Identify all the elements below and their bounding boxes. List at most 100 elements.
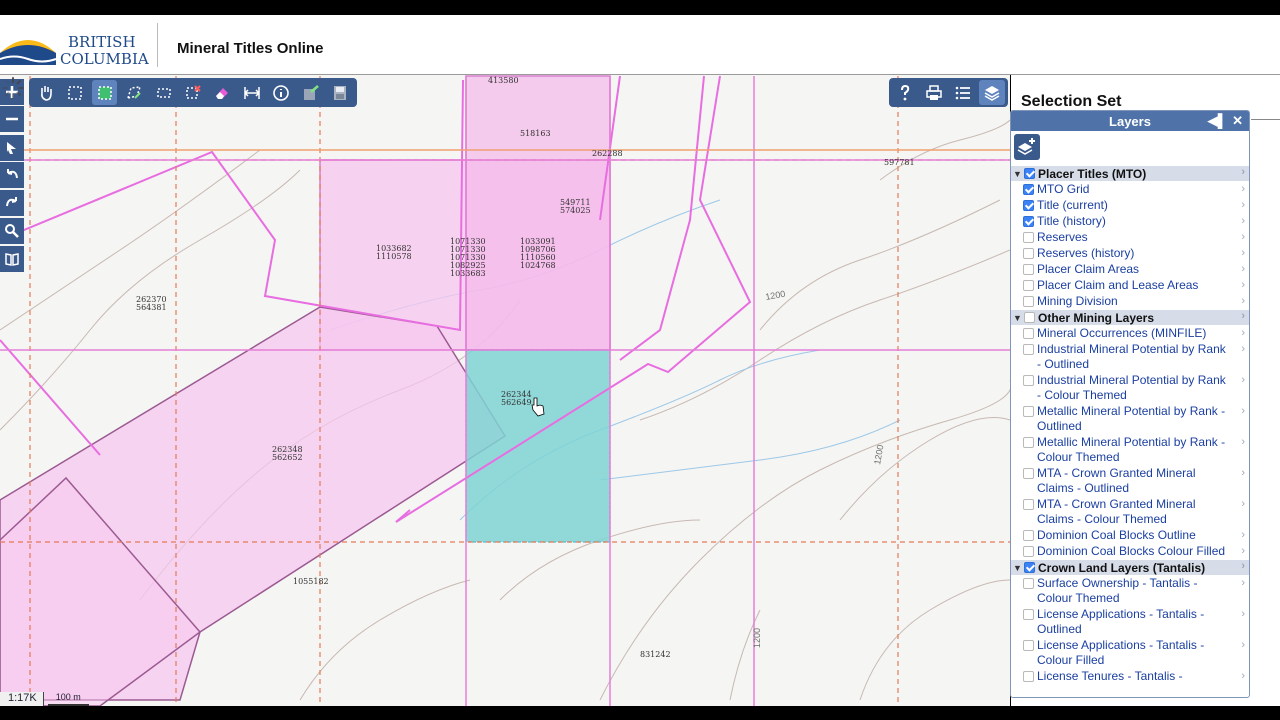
layer-item[interactable]: Placer Claim and Lease Areas › <box>1011 278 1249 293</box>
layer-item[interactable]: Placer Claim Areas › <box>1011 262 1249 277</box>
layers-button[interactable] <box>979 80 1005 105</box>
layer-checkbox[interactable] <box>1023 248 1034 259</box>
layer-item[interactable]: Industrial Mineral Potential by Rank - C… <box>1011 373 1249 403</box>
layer-checkbox[interactable] <box>1023 437 1034 448</box>
layer-checkbox[interactable] <box>1023 328 1034 339</box>
layer-item[interactable]: License Applications - Tantalis - Outlin… <box>1011 607 1249 637</box>
layer-checkbox[interactable] <box>1023 578 1034 589</box>
legend-button[interactable] <box>950 80 976 105</box>
select-polygon-button[interactable] <box>121 80 146 105</box>
layer-checkbox[interactable] <box>1023 640 1034 651</box>
layer-checkbox[interactable] <box>1023 530 1034 541</box>
select-active-button[interactable] <box>91 80 118 105</box>
chevron-right-icon[interactable]: › <box>1241 638 1245 653</box>
layer-item[interactable]: Dominion Coal Blocks Colour Filled › <box>1011 544 1249 559</box>
add-layer-button[interactable] <box>1014 134 1040 160</box>
layer-item[interactable]: Reserves › <box>1011 230 1249 245</box>
select-tool-button[interactable] <box>0 135 24 161</box>
chevron-right-icon[interactable]: › <box>1241 528 1245 543</box>
layer-checkbox[interactable] <box>1023 296 1034 307</box>
layer-item[interactable]: Metallic Mineral Potential by Rank - Out… <box>1011 404 1249 434</box>
zoom-out-button[interactable] <box>0 106 24 132</box>
chevron-right-icon[interactable]: › <box>1241 246 1245 261</box>
chevron-right-icon[interactable]: › <box>1241 560 1245 572</box>
clear-selection-button[interactable] <box>180 80 205 105</box>
layer-group-checkbox[interactable] <box>1024 562 1035 573</box>
chevron-right-icon[interactable]: › <box>1241 404 1245 419</box>
chevron-right-icon[interactable]: › <box>1241 576 1245 591</box>
chevron-right-icon[interactable]: › <box>1241 466 1245 481</box>
chevron-right-icon[interactable]: › <box>1241 294 1245 309</box>
layer-checkbox[interactable] <box>1023 184 1034 195</box>
layer-checkbox[interactable] <box>1023 200 1034 211</box>
layer-item[interactable]: Reserves (history) › <box>1011 246 1249 261</box>
layer-group-checkbox[interactable] <box>1024 312 1035 323</box>
edit-layer-button[interactable] <box>298 80 323 105</box>
layer-item[interactable]: Mineral Occurrences (MINFILE) › <box>1011 326 1249 341</box>
layer-item[interactable]: Surface Ownership - Tantalis - Colour Th… <box>1011 576 1249 606</box>
layer-checkbox[interactable] <box>1023 609 1034 620</box>
layer-checkbox[interactable] <box>1023 468 1034 479</box>
layer-item[interactable]: Metallic Mineral Potential by Rank - Col… <box>1011 435 1249 465</box>
search-button[interactable] <box>0 218 24 244</box>
layer-checkbox[interactable] <box>1023 264 1034 275</box>
layer-item[interactable]: Mining Division › <box>1011 294 1249 309</box>
layer-item[interactable]: Dominion Coal Blocks Outline › <box>1011 528 1249 543</box>
layer-checkbox[interactable] <box>1023 375 1034 386</box>
select-box-button[interactable] <box>62 80 87 105</box>
chevron-right-icon[interactable]: › <box>1241 230 1245 245</box>
expand-triangle-icon[interactable]: ▼ <box>1013 563 1023 573</box>
chevron-right-icon[interactable]: › <box>1241 342 1245 357</box>
pan-tool-button[interactable] <box>33 80 58 105</box>
expand-triangle-icon[interactable]: ▼ <box>1013 169 1023 179</box>
chevron-right-icon[interactable]: › <box>1241 182 1245 197</box>
layer-checkbox[interactable] <box>1023 546 1034 557</box>
identify-button[interactable] <box>269 80 294 105</box>
layers-panel[interactable]: Layers ◀▌ ✕ ▼ Placer Titles (MTO) › MTO Gri… <box>1010 110 1250 698</box>
chevron-right-icon[interactable]: › <box>1241 497 1245 512</box>
layer-checkbox[interactable] <box>1023 671 1034 682</box>
map-svg[interactable]: 413580 518163 262288 597781 549711 574025… <box>0 75 1010 706</box>
chevron-right-icon[interactable]: › <box>1241 214 1245 229</box>
close-panel-icon[interactable]: ✕ <box>1232 113 1243 129</box>
chevron-right-icon[interactable]: › <box>1241 669 1245 684</box>
layer-group[interactable]: ▼ Placer Titles (MTO) › <box>1011 166 1249 181</box>
chevron-right-icon[interactable]: › <box>1241 262 1245 277</box>
chevron-right-icon[interactable]: › <box>1241 278 1245 293</box>
chevron-right-icon[interactable]: › <box>1241 166 1245 178</box>
undo-button[interactable] <box>0 162 24 188</box>
layer-item[interactable]: MTO Grid › <box>1011 182 1249 197</box>
map-book-button[interactable] <box>0 246 24 272</box>
expand-triangle-icon[interactable]: ▼ <box>1013 313 1023 323</box>
layer-group[interactable]: ▼ Crown Land Layers (Tantalis) › <box>1011 560 1249 575</box>
chevron-right-icon[interactable]: › <box>1241 435 1245 450</box>
eraser-button[interactable] <box>210 80 235 105</box>
chevron-right-icon[interactable]: › <box>1241 544 1245 559</box>
layer-checkbox[interactable] <box>1023 216 1034 227</box>
chevron-right-icon[interactable]: › <box>1241 607 1245 622</box>
layer-checkbox[interactable] <box>1023 232 1034 243</box>
layer-item[interactable]: License Tenures - Tantalis - › <box>1011 669 1249 684</box>
layer-item[interactable]: License Applications - Tantalis - Colour… <box>1011 638 1249 668</box>
select-line-button[interactable] <box>151 80 176 105</box>
help-button[interactable] <box>892 80 918 105</box>
save-button[interactable] <box>328 80 353 105</box>
layer-checkbox[interactable] <box>1023 344 1034 355</box>
bc-logo[interactable]: BRITISH COLUMBIA <box>0 23 156 69</box>
chevron-right-icon[interactable]: › <box>1241 198 1245 213</box>
collapse-panel-icon[interactable]: ◀▌ <box>1208 113 1227 129</box>
selected-parcel[interactable] <box>465 349 611 543</box>
layer-checkbox[interactable] <box>1023 499 1034 510</box>
layer-checkbox[interactable] <box>1023 280 1034 291</box>
chevron-right-icon[interactable]: › <box>1241 310 1245 322</box>
layer-group-checkbox[interactable] <box>1024 168 1035 179</box>
print-button[interactable] <box>921 80 947 105</box>
layer-item[interactable]: MTA - Crown Granted Mineral Claims - Out… <box>1011 466 1249 496</box>
layer-item[interactable]: Industrial Mineral Potential by Rank - O… <box>1011 342 1249 372</box>
redo-button[interactable] <box>0 190 24 216</box>
measure-button[interactable] <box>239 80 264 105</box>
layer-checkbox[interactable] <box>1023 406 1034 417</box>
map-canvas[interactable]: 413580 518163 262288 597781 549711 574025… <box>0 75 1010 706</box>
layer-item[interactable]: Title (current) › <box>1011 198 1249 213</box>
layer-item[interactable]: MTA - Crown Granted Mineral Claims - Col… <box>1011 497 1249 527</box>
